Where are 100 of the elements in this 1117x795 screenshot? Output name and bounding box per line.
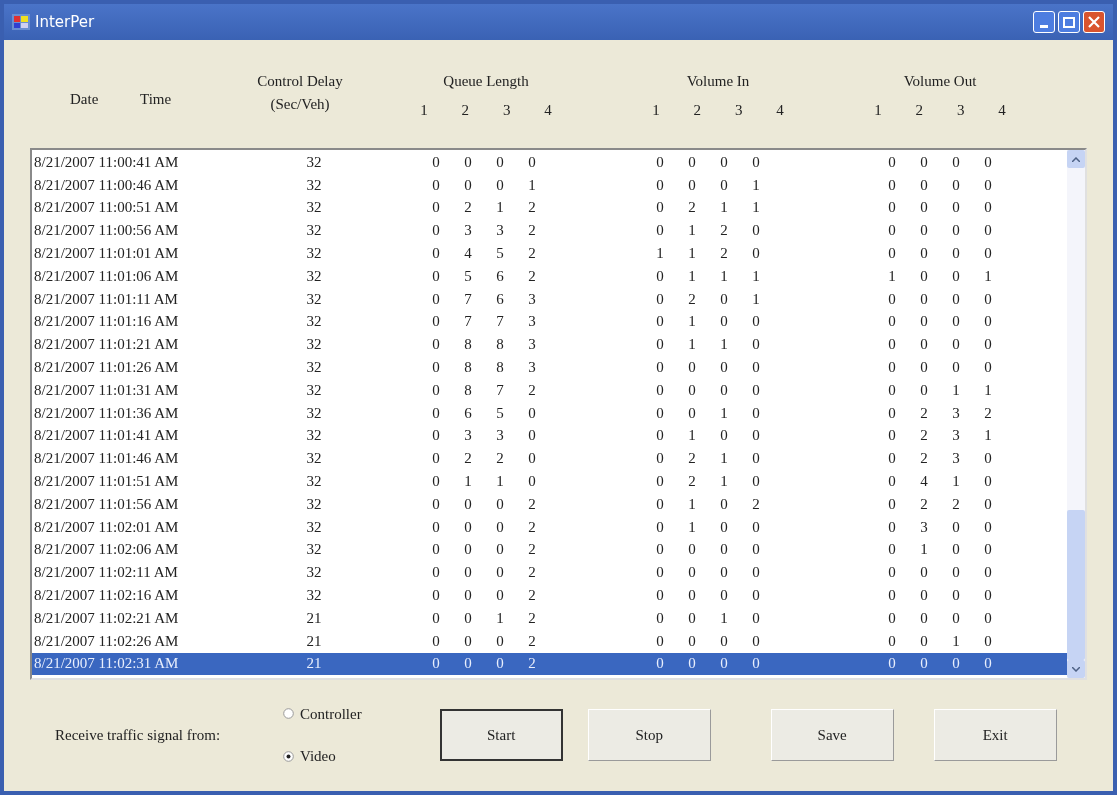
table-cell-text: 8/21/2007 11:01:01 AM bbox=[33, 246, 180, 262]
table-cell-text: 8/21/2007 11:02:31 AM bbox=[33, 656, 180, 672]
table-row[interactable]: 8/21/2007 11:01:31 AM 32 0 8 7 2 0 0 0 0 0 0 1 1 bbox=[32, 378, 1067, 402]
action-button[interactable]: Save bbox=[770, 709, 894, 761]
table-cell-text: 2 bbox=[719, 246, 729, 262]
table-cell-text: 1 bbox=[719, 451, 729, 467]
action-button[interactable]: Stop bbox=[587, 709, 711, 761]
table-cell-text: 32 bbox=[305, 360, 323, 376]
table-cell-text: 0 bbox=[751, 451, 761, 467]
table-row[interactable]: 8/21/2007 11:01:26 AM 32 0 8 8 3 0 0 0 0 0 0 0 0 bbox=[32, 356, 1067, 379]
table-cell-text: 0 bbox=[687, 405, 697, 421]
scrollbar[interactable] bbox=[1067, 150, 1085, 678]
table-row[interactable]: 8/21/2007 11:02:16 AM 32 0 0 0 2 0 0 0 0 0 0 0 0 bbox=[32, 584, 1067, 607]
table-cell-text: 0 bbox=[983, 656, 993, 672]
table-cell-text: 0 bbox=[983, 610, 993, 626]
table-cell-text: 0 bbox=[655, 542, 665, 558]
table-row[interactable]: 8/21/2007 11:01:46 AM 32 0 2 2 0 0 2 1 0 0 2 3 0 bbox=[32, 447, 1067, 471]
lane-header: 3 bbox=[955, 100, 966, 120]
table-row[interactable]: 8/21/2007 11:01:56 AM 32 0 0 0 2 0 1 0 2 0 2 2 0 bbox=[32, 492, 1067, 516]
minimize-button[interactable] bbox=[1033, 11, 1055, 33]
table-row[interactable]: 8/21/2007 11:01:01 AM 32 0 4 5 2 1 1 2 0 0 0 0 0 bbox=[32, 242, 1067, 265]
table-row[interactable]: 8/21/2007 11:01:06 AM 32 0 5 6 2 0 1 1 1 1 0 0 1 bbox=[32, 265, 1067, 288]
table-cell-text: 8/21/2007 11:02:21 AM bbox=[33, 610, 180, 626]
table-row[interactable]: 8/21/2007 11:02:11 AM 32 0 0 0 2 0 0 0 0 0 0 0 0 bbox=[32, 561, 1067, 585]
table-cell-text: 32 bbox=[305, 451, 323, 467]
table-row[interactable]: 8/21/2007 11:02:26 AM 21 0 0 0 2 0 0 0 0 0 0 1 0 bbox=[32, 629, 1067, 653]
table-row[interactable]: 8/21/2007 11:02:01 AM 32 0 0 0 2 0 1 0 0 0 3 0 0 bbox=[32, 515, 1067, 539]
table-row[interactable]: 8/21/2007 11:00:46 AM 32 0 0 0 1 0 0 0 1 0 0 0 0 bbox=[32, 173, 1067, 197]
radio-option[interactable]: Controller bbox=[283, 702, 362, 725]
table-cell-text: 0 bbox=[887, 451, 897, 467]
table-row[interactable]: 8/21/2007 11:01:16 AM 32 0 7 7 3 0 1 0 0 0 0 0 0 bbox=[32, 310, 1067, 334]
scroll-up-button[interactable] bbox=[1067, 150, 1085, 168]
table-cell-text: 0 bbox=[951, 246, 961, 262]
table-row[interactable]: 8/21/2007 11:00:41 AM 32 0 0 0 0 0 0 0 0 0 0 0 0 bbox=[32, 151, 1067, 174]
table-cell-text: 0 bbox=[887, 291, 897, 307]
table-row[interactable]: 8/21/2007 11:01:36 AM 32 0 6 5 0 0 0 1 0 0 2 3 2 bbox=[32, 401, 1067, 425]
table-cell-text: 0 bbox=[719, 588, 729, 604]
table-cell-text: 1 bbox=[527, 177, 537, 193]
table-row[interactable]: 8/21/2007 11:02:21 AM 21 0 0 1 2 0 0 1 0 0 0 0 0 bbox=[32, 606, 1067, 630]
scroll-down-button[interactable] bbox=[1067, 660, 1085, 678]
table-row[interactable]: 8/21/2007 11:01:41 AM 32 0 3 3 0 0 1 0 0 0 2 3 1 bbox=[32, 424, 1067, 448]
table-cell-text: 1 bbox=[687, 496, 697, 512]
table-cell-text: 0 bbox=[655, 451, 665, 467]
table-cell-text: 3 bbox=[495, 428, 505, 444]
table-cell-text: 1 bbox=[719, 268, 729, 284]
table-cell-text: 1 bbox=[983, 268, 993, 284]
table-cell-text: 32 bbox=[305, 291, 323, 307]
table-row[interactable]: 8/21/2007 11:01:51 AM 32 0 1 1 0 0 2 1 0 0 4 1 0 bbox=[32, 470, 1067, 493]
close-button[interactable] bbox=[1083, 11, 1105, 33]
table-cell-text: 0 bbox=[951, 656, 961, 672]
table-row[interactable]: 8/21/2007 11:01:11 AM 32 0 7 6 3 0 2 0 1 0 0 0 0 bbox=[32, 287, 1067, 311]
table-cell-text: 0 bbox=[887, 565, 897, 581]
table-cell-text: 0 bbox=[887, 610, 897, 626]
table-cell-text: 5 bbox=[495, 246, 505, 262]
table-cell-text: 0 bbox=[687, 588, 697, 604]
table-cell-text: 8/21/2007 11:01:11 AM bbox=[33, 291, 179, 307]
table-cell-text: 0 bbox=[983, 337, 993, 353]
signal-source-label: Receive traffic signal from: bbox=[55, 725, 222, 745]
action-button[interactable]: Start bbox=[439, 709, 563, 761]
table-cell-text: 8/21/2007 11:02:06 AM bbox=[33, 542, 180, 558]
table-row[interactable]: 8/21/2007 11:00:51 AM 32 0 2 1 2 0 2 1 1 0 0 0 0 bbox=[32, 196, 1067, 220]
table-cell-text: 0 bbox=[887, 474, 897, 490]
lane-header: 2 bbox=[460, 100, 471, 120]
table-row[interactable]: 8/21/2007 11:00:56 AM 32 0 3 3 2 0 1 2 0 0 0 0 0 bbox=[32, 219, 1067, 243]
table-cell-text: 0 bbox=[655, 154, 665, 170]
table-cell-text: 0 bbox=[751, 633, 761, 649]
action-button[interactable]: Exit bbox=[933, 709, 1057, 761]
maximize-button[interactable] bbox=[1058, 11, 1080, 33]
window-title: InterPer bbox=[35, 11, 95, 33]
scroll-thumb[interactable] bbox=[1067, 510, 1085, 660]
table-cell-text: 32 bbox=[305, 314, 323, 330]
table-cell-text: 7 bbox=[495, 382, 505, 398]
table-cell-text: 0 bbox=[655, 200, 665, 216]
table-row[interactable]: 8/21/2007 11:02:06 AM 32 0 0 0 2 0 0 0 0 0 1 0 0 bbox=[32, 538, 1067, 562]
table-cell-text: 3 bbox=[527, 360, 537, 376]
table-cell-text: 0 bbox=[495, 565, 505, 581]
table-cell-text: 0 bbox=[431, 542, 441, 558]
table-row[interactable]: 8/21/2007 11:01:21 AM 32 0 8 8 3 0 1 1 0 0 0 0 0 bbox=[32, 333, 1067, 357]
table-cell-text: 0 bbox=[919, 360, 929, 376]
table-cell-text: 2 bbox=[719, 223, 729, 239]
table-cell-text: 0 bbox=[983, 177, 993, 193]
table-cell-text: 21 bbox=[305, 656, 323, 672]
table-cell-text: 8/21/2007 11:00:56 AM bbox=[33, 223, 180, 239]
table-cell-text: 0 bbox=[887, 428, 897, 444]
table-cell-text: 0 bbox=[431, 314, 441, 330]
table-cell-text: 0 bbox=[751, 382, 761, 398]
radio-button[interactable] bbox=[283, 708, 294, 720]
table-cell-text: 0 bbox=[687, 360, 697, 376]
table-cell-text: 4 bbox=[463, 246, 473, 262]
table-row[interactable]: 8/21/2007 11:02:31 AM 21 0 0 0 2 0 0 0 0 0 0 0 0 bbox=[32, 652, 1067, 676]
table-cell-text: 0 bbox=[919, 337, 929, 353]
table-cell-text: 0 bbox=[951, 268, 961, 284]
app-icon bbox=[12, 14, 30, 30]
table-cell-text: 3 bbox=[951, 405, 961, 421]
table-cell-text: 32 bbox=[305, 200, 323, 216]
radio-button[interactable] bbox=[283, 750, 294, 762]
radio-option[interactable]: Video bbox=[283, 745, 362, 768]
table-cell-text: 3 bbox=[495, 223, 505, 239]
lane-header: 4 bbox=[775, 100, 785, 120]
table-cell-text: 8/21/2007 11:00:41 AM bbox=[33, 154, 180, 170]
